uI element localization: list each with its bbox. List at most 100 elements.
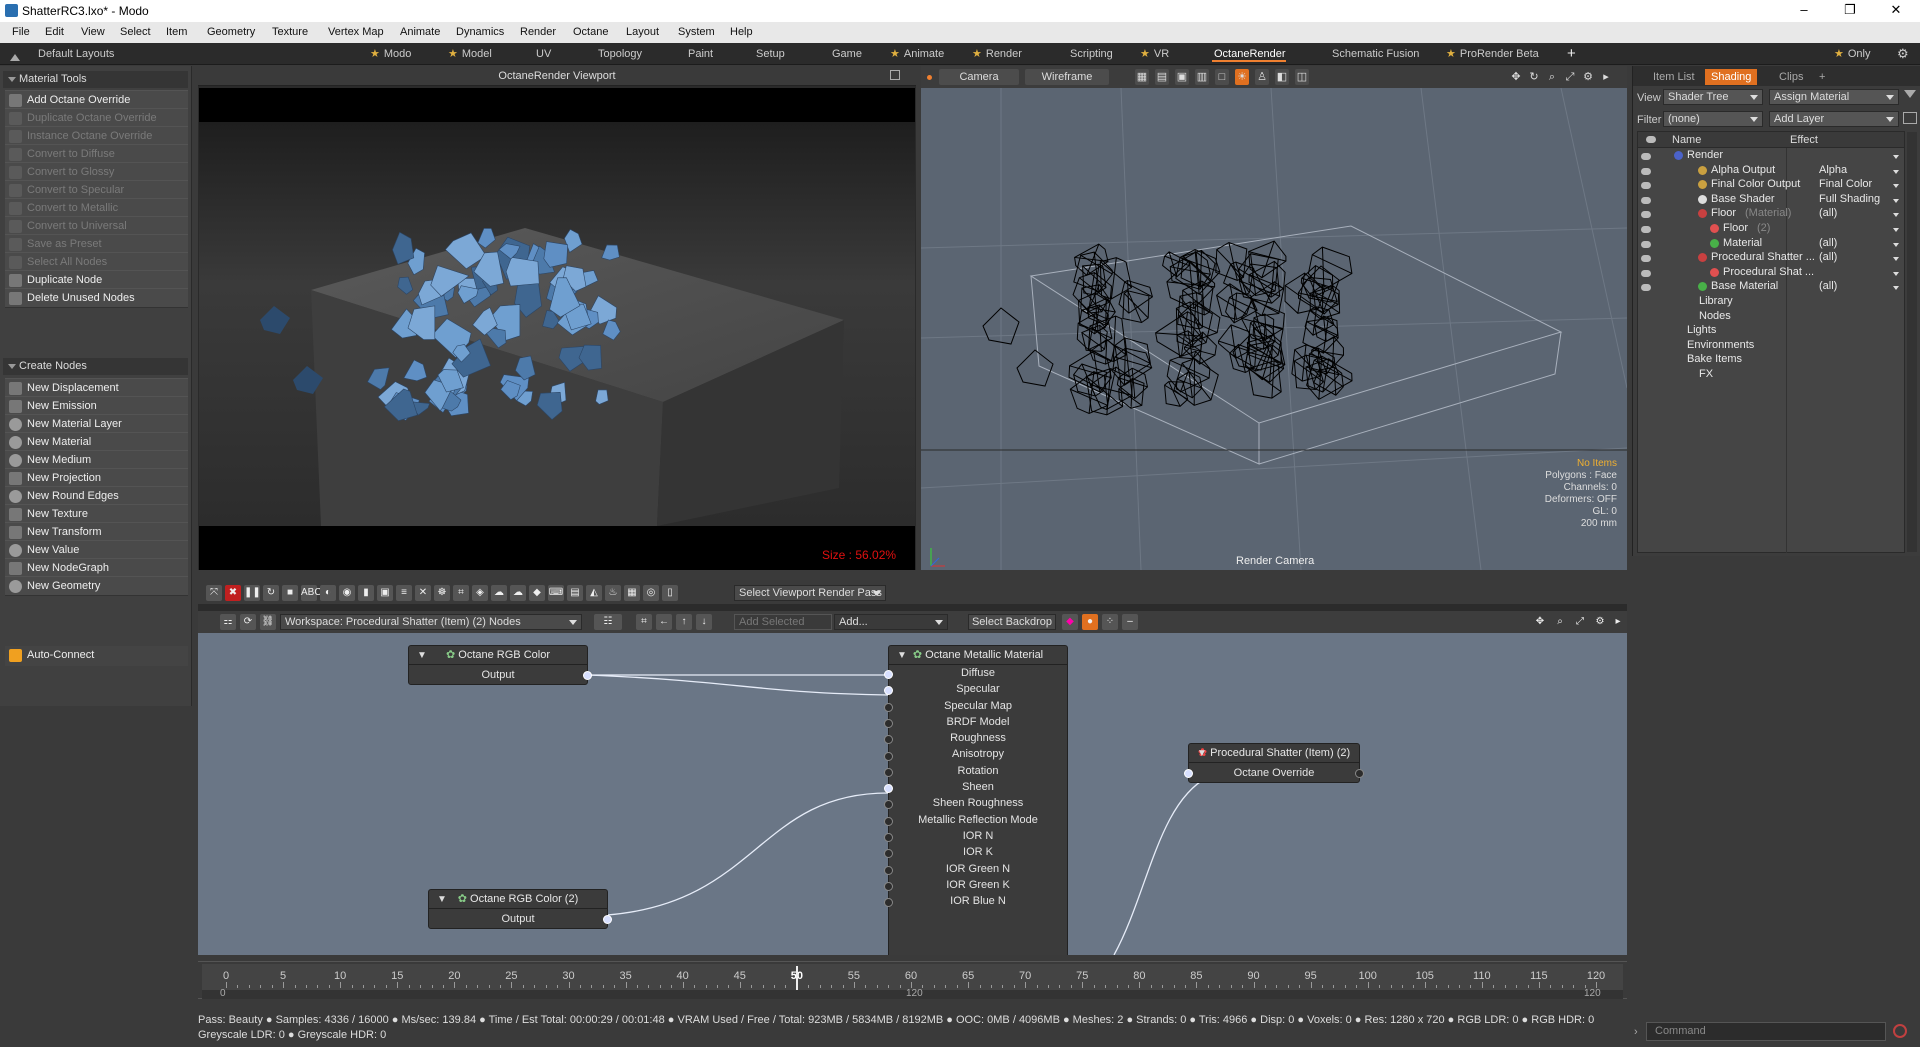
menu-system[interactable]: System [678, 26, 715, 38]
render-tool-icon[interactable]: ▮ [358, 585, 374, 601]
viewport-settings-icon[interactable]: ⚙ [1581, 69, 1595, 85]
output-port[interactable] [603, 915, 612, 924]
tab-scripting[interactable]: Scripting [1068, 46, 1113, 62]
visibility-eye-icon[interactable] [1641, 182, 1651, 190]
render-tool-icon[interactable]: ◈ [472, 585, 488, 601]
tree-row[interactable]: Bake Items [1637, 352, 1902, 367]
tab-model[interactable]: ★ Model [446, 46, 492, 62]
viewport-arrow-icon[interactable]: ▸ [1599, 69, 1613, 85]
effect-dropdown[interactable]: (all) [1819, 279, 1899, 294]
minimize-button[interactable]: – [1782, 0, 1826, 22]
up-arrow-icon[interactable]: ↑ [676, 614, 692, 630]
tree-row[interactable]: Library [1637, 294, 1902, 309]
input-port[interactable] [884, 881, 893, 891]
tool-new-round-edges[interactable]: New Round Edges [5, 486, 188, 506]
render-tool-icon[interactable]: ▯ [662, 585, 678, 601]
cube-icon[interactable]: ▣ [1175, 69, 1189, 85]
tree-row[interactable]: Base Shader Full Shading [1637, 192, 1902, 207]
menu-dynamics[interactable]: Dynamics [456, 26, 504, 38]
tab-prorender-beta[interactable]: ★ ProRender Beta [1444, 46, 1539, 62]
tool-new-projection[interactable]: New Projection [5, 468, 188, 488]
render-tool-icon[interactable]: ◭ [586, 585, 602, 601]
tab-shading[interactable]: Shading [1705, 69, 1758, 85]
paint-icon[interactable]: ◧ [1275, 69, 1289, 85]
visibility-eye-icon[interactable] [1641, 153, 1651, 160]
collapse-icon[interactable]: ▼ [417, 646, 427, 665]
effect-dropdown[interactable]: Full Shading [1819, 192, 1899, 207]
left-arrow-icon[interactable]: ← [656, 614, 672, 630]
close-button[interactable]: ✕ [1874, 0, 1918, 22]
command-input[interactable]: Command [1646, 1022, 1886, 1041]
only-toggle[interactable]: ★ Only [1832, 46, 1871, 62]
tree-row[interactable]: Environments [1637, 338, 1902, 353]
record-icon[interactable] [1893, 1024, 1907, 1038]
tree-row[interactable]: Base Material (all) [1637, 279, 1902, 294]
render-tool-icon[interactable]: ◐ [320, 585, 336, 601]
tab-uv[interactable]: UV [534, 46, 551, 62]
wireframe-viewport[interactable]: Camera Wireframe ▦ ▤ ▣ ▥ □ ☀ ♙ ◧ ◫ ✥ ↻ ⌕… [921, 66, 1627, 570]
collapse-icon[interactable]: ▼ [897, 646, 907, 665]
tree-row[interactable]: Material (all) [1637, 236, 1902, 251]
add-node-dropdown[interactable]: Add... [834, 614, 948, 630]
menu-geometry[interactable]: Geometry [207, 26, 255, 38]
menu-render[interactable]: Render [520, 26, 556, 38]
visibility-eye-icon[interactable] [1641, 255, 1651, 263]
render-tool-icon[interactable]: ■ [282, 585, 298, 601]
effect-dropdown[interactable]: (all) [1819, 236, 1899, 251]
tool-new-geometry[interactable]: New Geometry [5, 576, 188, 596]
effect-dropdown[interactable]: (all) [1819, 206, 1899, 221]
filter-icon[interactable] [1904, 90, 1916, 102]
collapse-icon[interactable]: ▼ [437, 890, 447, 909]
tab-paint[interactable]: Paint [686, 46, 713, 62]
tree-row[interactable]: Final Color Output Final Color [1637, 177, 1902, 192]
tree-row[interactable]: Lights [1637, 323, 1902, 338]
frame-icon[interactable]: □ [1215, 69, 1229, 85]
render-tool-icon[interactable]: ☁ [491, 585, 507, 601]
maximize-button[interactable]: ❐ [1828, 0, 1872, 22]
render-tool-icon[interactable]: ✖ [225, 585, 241, 601]
node-graph[interactable]: ▼ ✿ Octane RGB Color Output ▼ ✿ Octane RGB… [198, 633, 1627, 955]
node-procedural-shatter[interactable]: ▼ ✿ Procedural Shatter (Item) (2) Octane … [1184, 743, 1364, 783]
visibility-eye-icon[interactable] [1641, 240, 1651, 248]
fit-view-icon[interactable]: ⤢ [1563, 69, 1577, 85]
render-tool-icon[interactable]: ☸ [434, 585, 450, 601]
tool-new-material-layer[interactable]: New Material Layer [5, 414, 188, 434]
tree-row[interactable]: Floor (2) [1637, 221, 1902, 236]
arrange-icon[interactable]: ⌗ [636, 614, 652, 630]
workspace-dropdown[interactable]: Workspace: Procedural Shatter (Item) (2)… [280, 614, 582, 630]
grid-icon[interactable]: ▦ [1135, 69, 1149, 85]
tool-delete-unused-nodes[interactable]: Delete Unused Nodes [5, 288, 188, 308]
workspace-tool-icon[interactable]: ⚏ [220, 614, 236, 630]
input-port[interactable] [884, 865, 893, 875]
tool-new-material[interactable]: New Material [5, 432, 188, 452]
maximize-viewport-icon[interactable] [890, 70, 900, 80]
tool-new-medium[interactable]: New Medium [5, 450, 188, 470]
layout-grid-icon[interactable]: ▤ [1155, 69, 1169, 85]
tool-new-emission[interactable]: New Emission [5, 396, 188, 416]
override-output-port[interactable] [1355, 769, 1364, 778]
material-tools-header[interactable]: Material Tools [3, 71, 188, 88]
tool-new-displacement[interactable]: New Displacement [5, 378, 188, 398]
tab-clips[interactable]: Clips [1773, 69, 1809, 85]
effect-dropdown[interactable]: (all) [1819, 250, 1899, 265]
tree-row[interactable]: Render [1637, 148, 1902, 163]
tab-setup[interactable]: Setup [754, 46, 785, 62]
dot-toggle-icon[interactable]: ● [1082, 614, 1098, 630]
create-nodes-header[interactable]: Create Nodes [3, 358, 188, 375]
gear-icon[interactable]: ⚙ [1895, 46, 1909, 62]
node-header[interactable]: ▼ ✿ Octane RGB Color [409, 646, 587, 665]
render-tool-icon[interactable]: ☁ [510, 585, 526, 601]
stripes-icon[interactable]: ▥ [1195, 69, 1209, 85]
auto-connect-toggle[interactable]: Auto-Connect [5, 646, 188, 666]
tree-row[interactable]: Nodes [1637, 309, 1902, 324]
node-header[interactable]: ▼ ✿ Octane RGB Color (2) [429, 890, 607, 909]
graph-fit-icon[interactable]: ⤢ [1572, 614, 1588, 630]
add-layer-dropdown[interactable]: Add Layer [1769, 111, 1899, 127]
node-octane-metallic-material[interactable]: ▼ ✿ Octane Metallic Material Diffuse Specu… [884, 645, 1068, 955]
render-tool-icon[interactable]: ⌗ [453, 585, 469, 601]
menu-item[interactable]: Item [166, 26, 187, 38]
tab-octanerender[interactable]: OctaneRender [1212, 46, 1286, 62]
add-selected-button[interactable]: Add Selected [734, 614, 832, 630]
camera-dropdown[interactable]: Camera [939, 69, 1019, 85]
tool-add-octane-override[interactable]: Add Octane Override [5, 90, 188, 110]
